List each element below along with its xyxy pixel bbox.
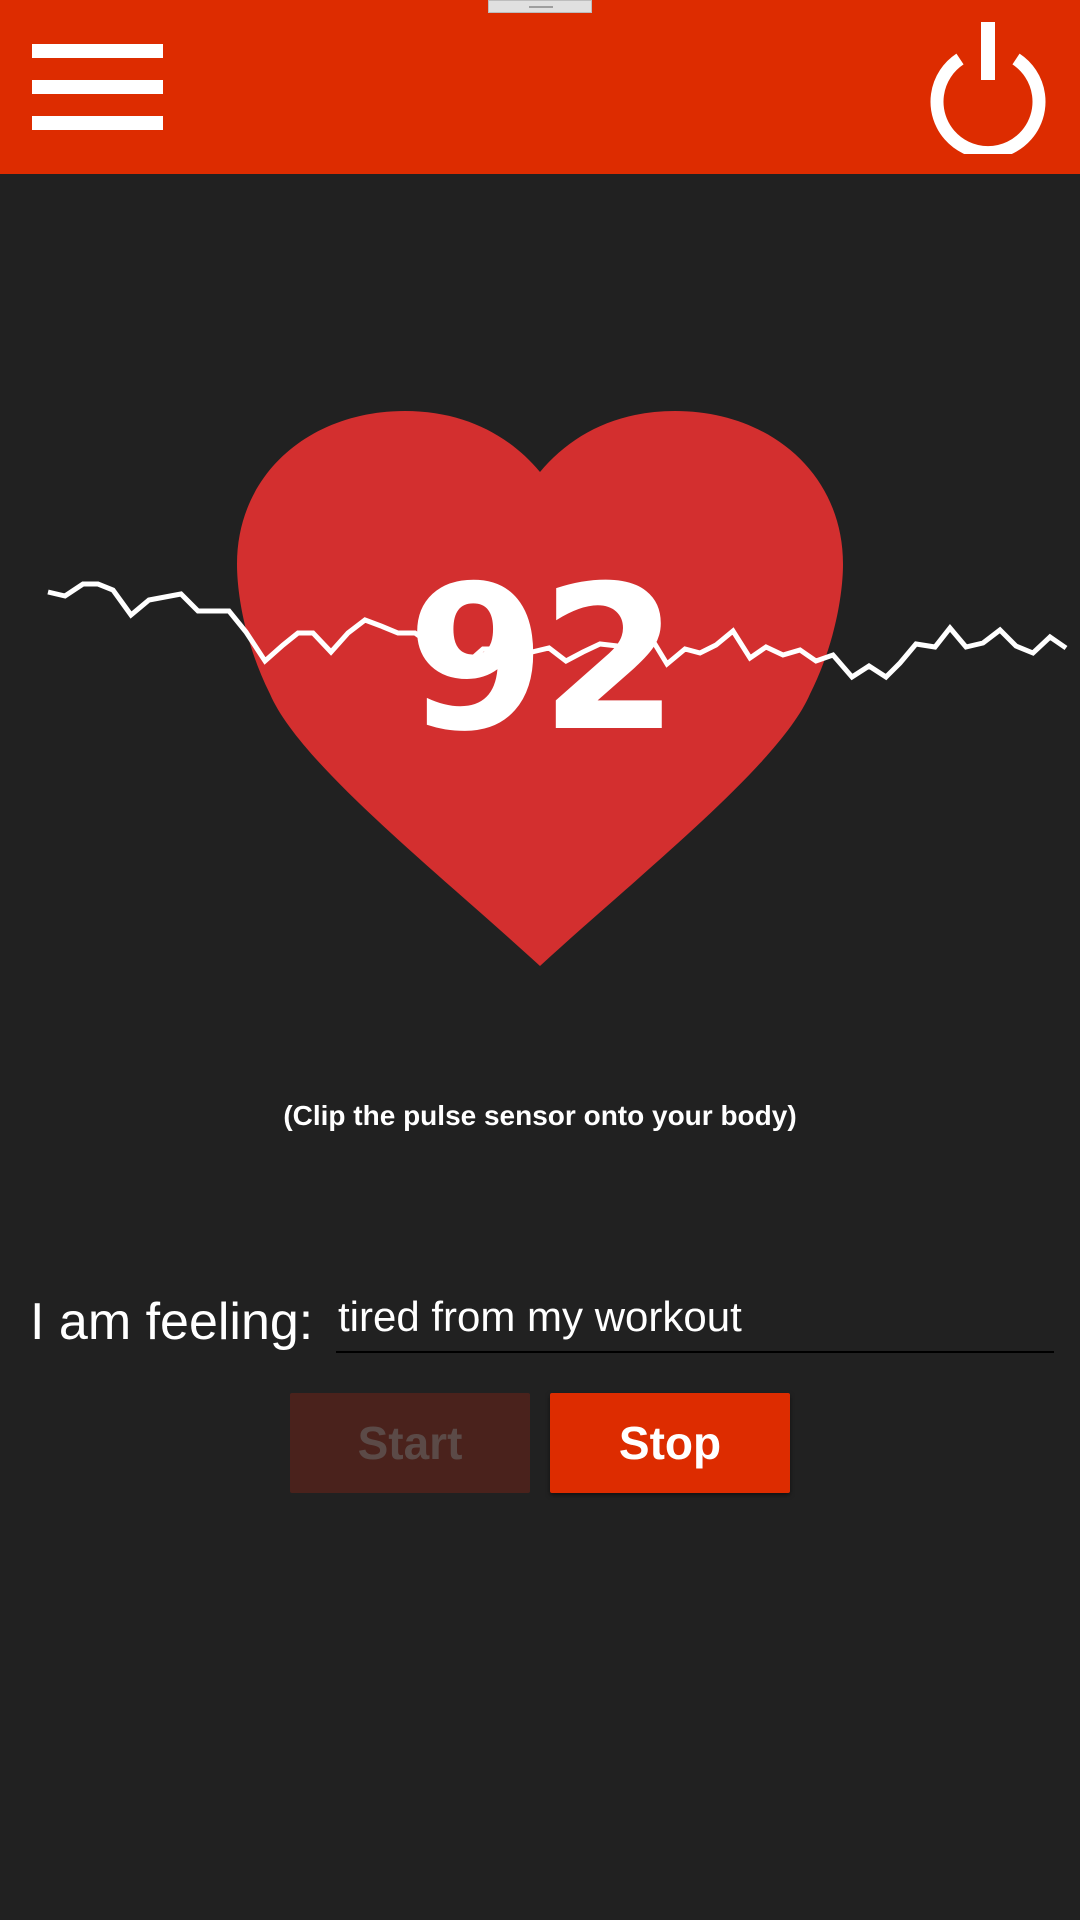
sensor-hint: (Clip the pulse sensor onto your body) [283, 1100, 797, 1131]
drag-handle[interactable] [488, 0, 592, 13]
pulse-app: 92 (Clip the pulse sensor onto your body… [0, 0, 1080, 1920]
stop-button[interactable]: Stop [550, 1393, 790, 1493]
feeling-input[interactable] [336, 1283, 1054, 1353]
app-bar [0, 0, 1080, 174]
power-icon [930, 22, 1046, 160]
power-button[interactable] [918, 14, 1058, 160]
heart-rate-display: 92 [0, 174, 1080, 1074]
feeling-label: I am feeling: [30, 1293, 314, 1351]
menu-button[interactable] [20, 30, 170, 145]
pulse-waveform [47, 581, 1068, 681]
start-button[interactable]: Start [290, 1393, 530, 1493]
